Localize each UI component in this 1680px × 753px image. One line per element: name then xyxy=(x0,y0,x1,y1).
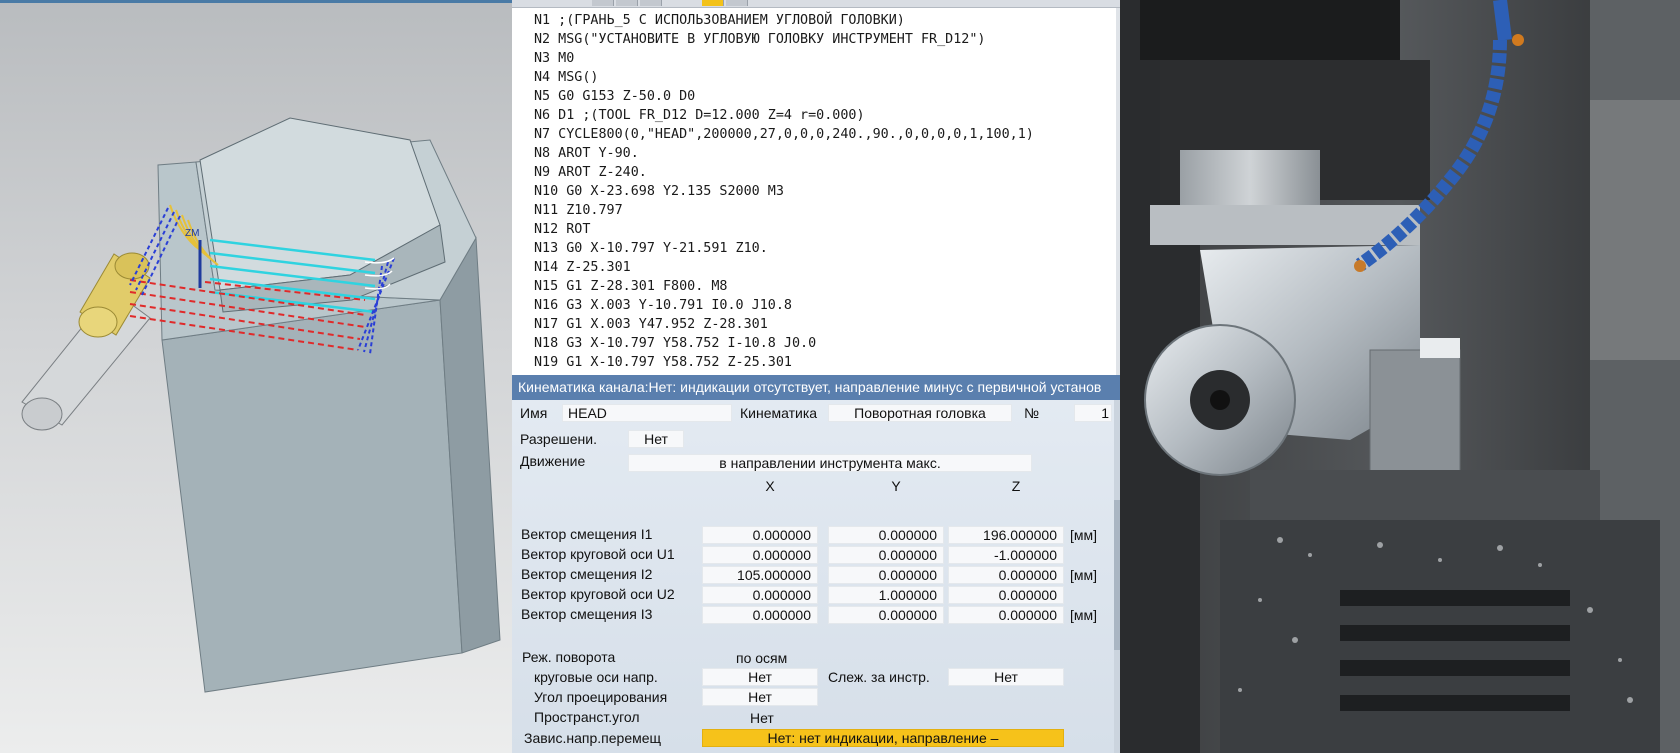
dep-dir-field[interactable]: Нет: нет индикации, направление – xyxy=(702,729,1064,747)
nc-line[interactable]: N6 D1 ;(TOOL FR_D12 D=12.000 Z=4 r=0.000… xyxy=(534,106,865,125)
vector-u2-y[interactable]: 1.000000 xyxy=(828,586,944,604)
vector-i1-x[interactable]: 0.000000 xyxy=(702,526,818,544)
number-label: № xyxy=(1024,405,1040,421)
vector-u1-y[interactable]: 0.000000 xyxy=(828,546,944,564)
part-block-front xyxy=(161,299,463,693)
cnc-panel: N1 ;(ГРАНЬ_5 С ИСПОЛЬЗОВАНИЕМ УГЛОВОЙ ГО… xyxy=(512,0,1120,753)
machine-photo xyxy=(1120,0,1680,753)
name-label: Имя xyxy=(520,405,548,421)
vector-i2-z[interactable]: 0.000000 xyxy=(948,566,1064,584)
vector-u1-x[interactable]: 0.000000 xyxy=(702,546,818,564)
motion-label: Движение xyxy=(520,453,586,469)
tool-follow-field[interactable]: Нет xyxy=(948,668,1064,686)
cad-model-drawing: ZM xyxy=(21,117,501,693)
nc-line[interactable]: N9 AROT Z-240. xyxy=(534,163,647,182)
vector-label-i3: Вектор смещения I3 xyxy=(521,606,653,622)
number-field[interactable]: 1 xyxy=(1074,404,1112,422)
nc-line[interactable]: N2 MSG("УСТАНОВИТЕ В УГЛОВУЮ ГОЛОВКУ ИНС… xyxy=(534,30,985,49)
nc-line[interactable]: N11 Z10.797 xyxy=(534,201,623,220)
nc-line[interactable]: N3 M0 xyxy=(534,49,574,68)
dep-dir-label: Завис.напр.перемещ xyxy=(524,730,662,746)
nc-line[interactable]: N5 G0 G153 Z-50.0 D0 xyxy=(534,87,695,106)
allowed-label: Разрешени. xyxy=(520,431,597,447)
vector-u1-z[interactable]: -1.000000 xyxy=(948,546,1064,564)
vector-i3-y[interactable]: 0.000000 xyxy=(828,606,944,624)
column-header-x: X xyxy=(765,478,775,494)
nc-line[interactable]: N19 G1 X-10.797 Y58.752 Z-25.301 xyxy=(534,353,792,372)
cad-viewport[interactable]: ZM xyxy=(0,0,512,753)
vector-u2-z[interactable]: 0.000000 xyxy=(948,586,1064,604)
vector-i2-y[interactable]: 0.000000 xyxy=(828,566,944,584)
nc-program-editor[interactable]: N1 ;(ГРАНЬ_5 С ИСПОЛЬЗОВАНИЕМ УГЛОВОЙ ГО… xyxy=(512,8,1120,375)
editor-tab[interactable] xyxy=(726,0,748,6)
nc-line[interactable]: N13 G0 X-10.797 Y-21.591 Z10. xyxy=(534,239,768,258)
proj-angle-label: Угол проецирования xyxy=(534,689,668,705)
vector-u2-x[interactable]: 0.000000 xyxy=(702,586,818,604)
vector-i3-x[interactable]: 0.000000 xyxy=(702,606,818,624)
unit-mm: [мм] xyxy=(1070,567,1098,583)
vector-i1-y[interactable]: 0.000000 xyxy=(828,526,944,544)
nc-line[interactable]: N8 AROT Y-90. xyxy=(534,144,639,163)
nc-line[interactable]: N10 G0 X-23.698 Y2.135 S2000 M3 xyxy=(534,182,784,201)
vector-label-i2: Вектор смещения I2 xyxy=(521,566,653,582)
vector-label-u1: Вектор круговой оси U1 xyxy=(521,546,675,562)
editor-tab[interactable] xyxy=(640,0,662,6)
tool-follow-label: Слеж. за инстр. xyxy=(828,669,930,685)
unit-mm: [мм] xyxy=(1070,607,1098,623)
triad-zm-label: ZM xyxy=(185,228,199,239)
nc-line[interactable]: N12 ROT xyxy=(534,220,590,239)
nc-line[interactable]: N14 Z-25.301 xyxy=(534,258,631,277)
nc-line[interactable]: N1 ;(ГРАНЬ_5 С ИСПОЛЬЗОВАНИЕМ УГЛОВОЙ ГО… xyxy=(534,11,905,30)
space-angle-label: Пространст.угол xyxy=(534,709,640,725)
angle-head-photo-drawing xyxy=(1120,0,1680,753)
rotary-dir-label: круговые оси напр. xyxy=(534,669,658,685)
kinematics-label: Кинематика xyxy=(740,405,818,421)
kinematics-title-bar: Кинематика канала:Нет: индикации отсутст… xyxy=(512,375,1120,400)
column-header-y: Y xyxy=(891,478,901,494)
editor-tab-active[interactable] xyxy=(702,0,724,6)
vector-i1-z[interactable]: 196.000000 xyxy=(948,526,1064,544)
editor-tab-strip xyxy=(512,0,1120,8)
rotation-mode-label: Реж. поворота xyxy=(522,649,616,665)
nc-line[interactable]: N16 G3 X.003 Y-10.791 I0.0 J10.8 xyxy=(534,296,792,315)
nc-line[interactable]: N15 G1 Z-28.301 F800. M8 xyxy=(534,277,727,296)
vector-label-u2: Вектор круговой оси U2 xyxy=(521,586,675,602)
rotary-dir-field[interactable]: Нет xyxy=(702,668,818,686)
editor-tab[interactable] xyxy=(616,0,638,6)
name-field[interactable]: HEAD xyxy=(562,404,732,422)
vector-i3-z[interactable]: 0.000000 xyxy=(948,606,1064,624)
motion-field[interactable]: в направлении инструмента макс. xyxy=(628,454,1032,472)
allowed-field[interactable]: Нет xyxy=(628,430,684,448)
nc-line[interactable]: N17 G1 X.003 Y47.952 Z-28.301 xyxy=(534,315,768,334)
unit-mm: [мм] xyxy=(1070,527,1098,543)
vector-i2-x[interactable]: 105.000000 xyxy=(702,566,818,584)
editor-tab[interactable] xyxy=(592,0,614,6)
nc-line[interactable]: N7 CYCLE800(0,"HEAD",200000,27,0,0,0,240… xyxy=(534,125,1034,144)
column-header-z: Z xyxy=(1011,478,1021,494)
kinematics-type-field[interactable]: Поворотная головка xyxy=(828,404,1012,422)
kinematics-form: Имя HEAD Кинематика Поворотная головка №… xyxy=(512,400,1120,753)
space-angle-value[interactable]: Нет xyxy=(750,709,774,727)
nc-line[interactable]: N4 MSG() xyxy=(534,68,599,87)
nc-line[interactable]: N18 G3 X-10.797 Y58.752 I-10.8 J0.0 xyxy=(534,334,816,353)
vector-label-i1: Вектор смещения I1 xyxy=(521,526,653,542)
proj-angle-field[interactable]: Нет xyxy=(702,688,818,706)
rotation-mode-value[interactable]: по осям xyxy=(736,649,787,667)
